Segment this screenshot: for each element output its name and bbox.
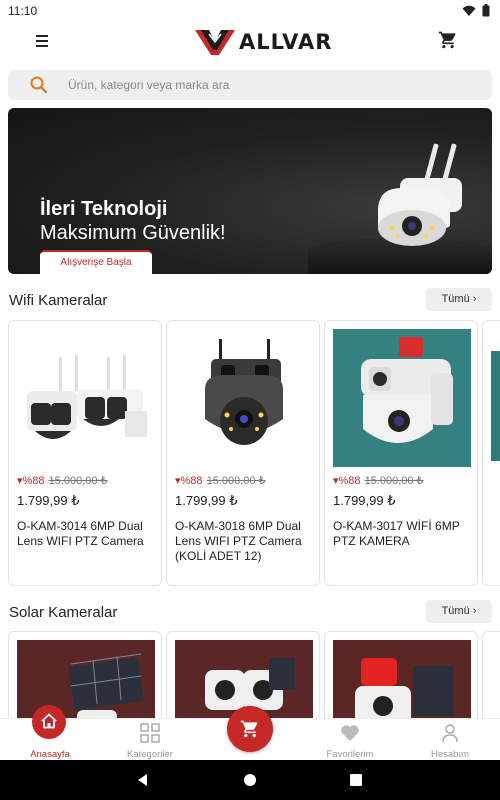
product-image	[17, 329, 155, 467]
nav-label: Hesabım	[430, 749, 469, 760]
discount-line: ▾%88 15.000,00 ₺	[17, 474, 108, 487]
nav-categories[interactable]: Kategoriler	[110, 719, 190, 761]
discount-badge: ▾%88	[333, 475, 361, 487]
product-name: O-KAM-3018 6MP Dual Lens WIFI PTZ Camera…	[175, 519, 302, 563]
product-card[interactable]	[8, 631, 162, 731]
battery-icon	[482, 4, 490, 17]
app-bar: ALLVAR	[0, 22, 500, 62]
nav-label: Favorilerim	[326, 749, 374, 760]
product-card[interactable]	[324, 631, 478, 731]
nav-home-bubble[interactable]	[32, 705, 66, 739]
product-card[interactable]: ▾%88 15.000,00 ₺ 1.799,99 ₺ O-KAM-3017 Wİ…	[324, 320, 478, 586]
recents-icon[interactable]	[348, 772, 364, 788]
brand-logo[interactable]: ALLVAR	[195, 27, 332, 57]
product-image	[333, 329, 471, 467]
discount-badge: ▾%88	[17, 475, 45, 487]
heart-icon	[341, 725, 359, 741]
product-name: O-KAM-3014 6MP Dual Lens WIFI PTZ Camera	[17, 519, 144, 548]
promo-banner[interactable]: İleri Teknoloji Maksimum Güvenlik! Alışv…	[8, 108, 492, 274]
product-card-partial[interactable]	[482, 631, 500, 731]
logo-mark-icon	[195, 30, 235, 55]
nav-label: Anasayfa	[30, 749, 70, 760]
product-price: 1.799,99 ₺	[333, 493, 396, 508]
system-navigation-bar	[0, 760, 500, 800]
see-all-button[interactable]: Tümü ›	[426, 600, 492, 623]
search-bar[interactable]	[8, 70, 492, 100]
search-input[interactable]	[68, 70, 468, 100]
wifi-section-header: Wifi Kameralar Tümü ›	[8, 288, 492, 312]
status-icons	[462, 4, 490, 17]
nav-account[interactable]: Hesabım	[410, 719, 490, 761]
old-price: 15.000,00 ₺	[206, 475, 266, 487]
product-image	[491, 351, 500, 461]
home-icon	[41, 713, 57, 729]
old-price: 15.000,00 ₺	[364, 475, 424, 487]
brand-name: ALLVAR	[239, 30, 333, 54]
product-name: O-KAM-3017 WİFİ 6MP PTZ KAMERA	[333, 519, 460, 548]
discount-line: ▾%88 15.000,00 ₺	[175, 474, 266, 487]
cart-fab-button[interactable]	[227, 706, 273, 752]
product-image	[175, 329, 313, 467]
cart-icon	[240, 720, 258, 738]
discount-badge: ▾%88	[175, 475, 203, 487]
product-price: 1.799,99 ₺	[17, 493, 80, 508]
header-cart-button[interactable]	[438, 30, 460, 52]
shop-now-button[interactable]: Alışverişe Başla	[40, 250, 152, 274]
product-card-partial[interactable]	[482, 320, 500, 586]
old-price: 15.000,00 ₺	[48, 475, 108, 487]
hamburger-icon	[36, 35, 56, 47]
cart-icon	[438, 31, 456, 49]
discount-line: ▾%88 15.000,00 ₺	[333, 474, 424, 487]
banner-camera-image	[378, 143, 462, 246]
solar-section-header: Solar Kameralar Tümü ›	[8, 600, 492, 624]
search-icon	[30, 76, 48, 94]
status-time: 11:10	[8, 4, 38, 18]
banner-subtitle: Maksimum Güvenlik!	[40, 222, 226, 244]
back-icon[interactable]	[135, 772, 151, 788]
home-circle-icon[interactable]	[242, 772, 258, 788]
section-title: Solar Kameralar	[9, 604, 118, 621]
product-card[interactable]: ▾%88 15.000,00 ₺ 1.799,99 ₺ O-KAM-3018 6M…	[166, 320, 320, 586]
section-title: Wifi Kameralar	[9, 292, 108, 309]
product-card[interactable]: ▾%88 15.000,00 ₺ 1.799,99 ₺ O-KAM-3014 6M…	[8, 320, 162, 586]
menu-button[interactable]	[36, 32, 56, 52]
see-all-button[interactable]: Tümü ›	[426, 288, 492, 311]
product-price: 1.799,99 ₺	[175, 493, 238, 508]
banner-title: İleri Teknoloji	[40, 198, 168, 220]
status-bar: 11:10	[0, 0, 500, 22]
nav-favorites[interactable]: Favorilerim	[310, 719, 390, 761]
person-icon	[442, 724, 458, 743]
grid-icon	[140, 723, 160, 743]
wifi-icon	[462, 5, 476, 16]
nav-label: Kategoriler	[127, 749, 173, 760]
